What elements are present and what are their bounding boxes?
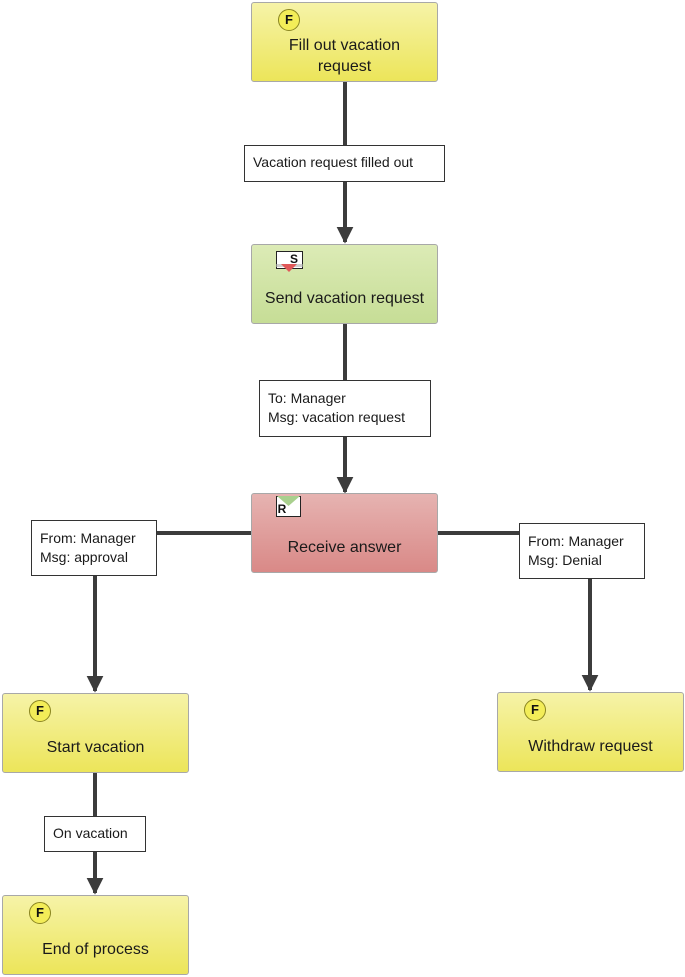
node-label: Fill out vacation request (288, 37, 401, 75)
node-fill-out-vacation-request[interactable]: F Fill out vacation request (251, 2, 438, 82)
function-badge-icon: F (29, 902, 51, 924)
send-message-icon: S (276, 251, 304, 273)
edge-label-line: To: Manager (268, 390, 346, 406)
edge-label-line: From: Manager (528, 533, 624, 549)
edge-label-line: From: Manager (40, 530, 136, 546)
node-label: End of process (42, 941, 149, 958)
node-receive-answer[interactable]: R Receive answer (251, 493, 438, 573)
edge-label-approval: From: Manager Msg: approval (31, 520, 157, 576)
node-label: Withdraw request (528, 738, 653, 755)
function-badge-icon: F (278, 9, 300, 31)
edge-label-line: Vacation request filled out (253, 154, 414, 170)
node-label: Receive answer (287, 539, 402, 556)
node-send-vacation-request[interactable]: S Send vacation request (251, 244, 438, 324)
node-withdraw-request[interactable]: F Withdraw request (497, 692, 684, 772)
function-badge-icon: F (524, 699, 546, 721)
edge-label-line: Msg: vacation request (268, 409, 405, 425)
node-start-vacation[interactable]: F Start vacation (2, 693, 189, 773)
node-label: Start vacation (46, 739, 145, 756)
function-badge-icon: F (29, 700, 51, 722)
edge-label-line: Msg: Denial (528, 552, 602, 568)
node-end-of-process[interactable]: F End of process (2, 895, 189, 975)
receive-message-icon: R (276, 494, 302, 519)
svg-text:R: R (278, 502, 287, 516)
edge-label-denial: From: Manager Msg: Denial (519, 523, 645, 579)
edge-label-line: Msg: approval (40, 549, 128, 565)
edge-label-on-vacation: On vacation (44, 816, 146, 852)
edge-label-line: On vacation (53, 825, 128, 841)
svg-text:S: S (290, 252, 298, 266)
edge-label-to-manager: To: Manager Msg: vacation request (259, 380, 431, 437)
edge-label-vacation-request-filled-out: Vacation request filled out (244, 145, 445, 182)
node-label: Send vacation request (264, 290, 425, 307)
